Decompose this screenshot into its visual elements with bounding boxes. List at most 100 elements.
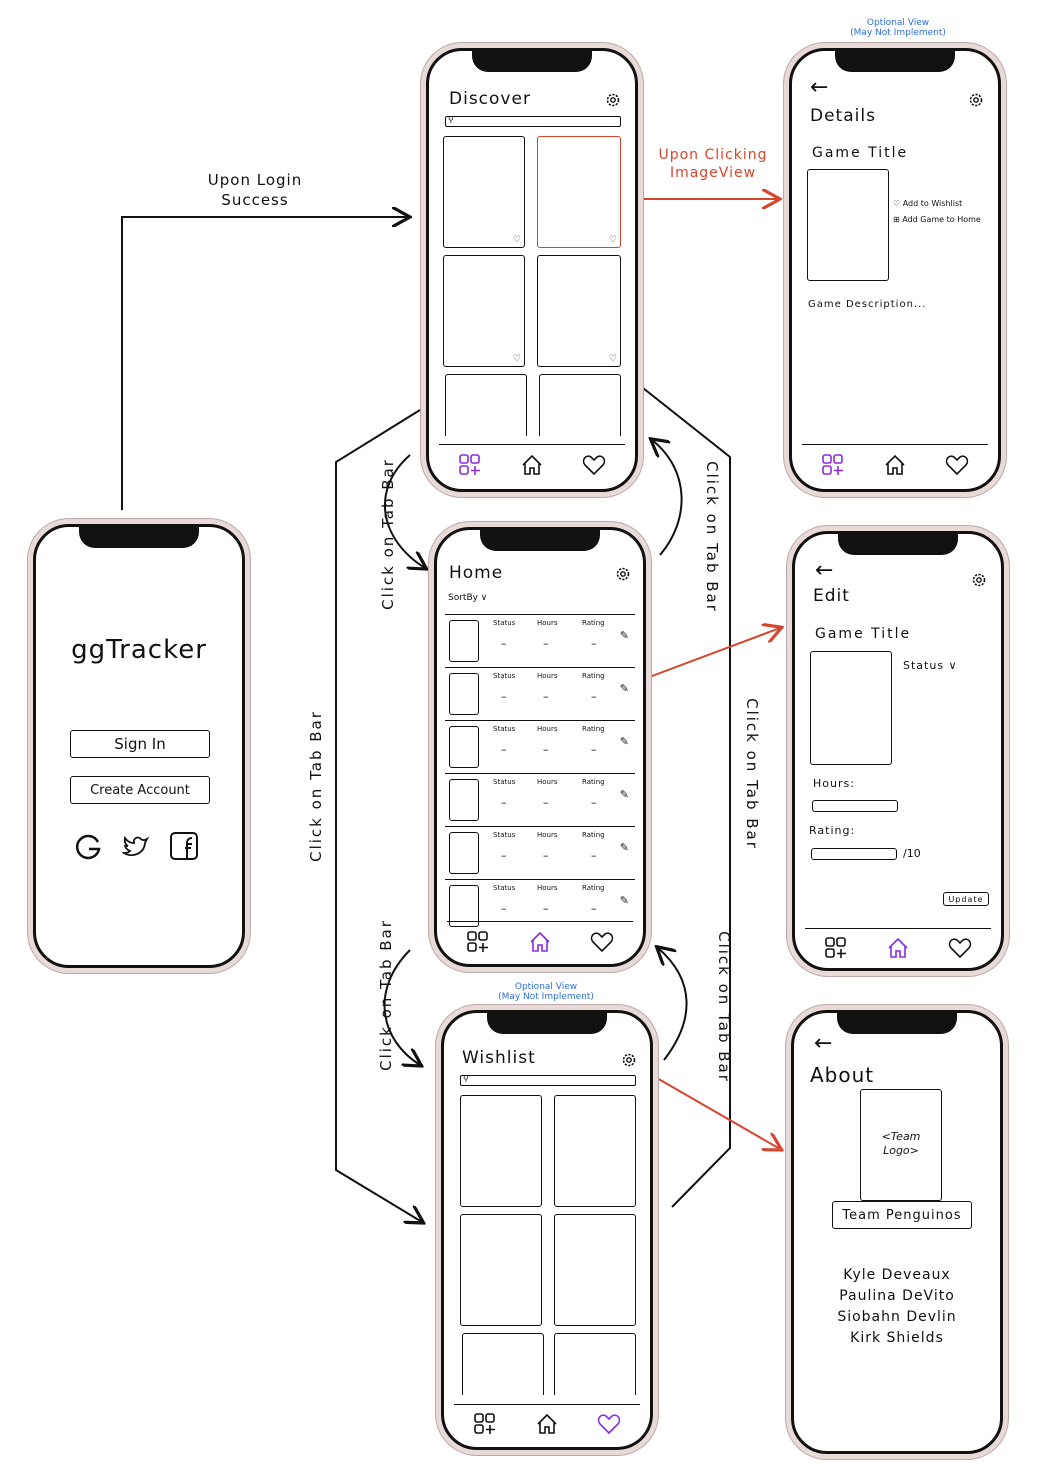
back-arrow-icon[interactable]: ← bbox=[810, 75, 828, 100]
table-row[interactable]: Status Hours Rating – – – ✎ bbox=[445, 614, 635, 667]
edit-pencil-icon[interactable]: ✎ bbox=[620, 894, 629, 907]
home-icon bbox=[530, 931, 550, 952]
gear-icon[interactable] bbox=[971, 572, 987, 588]
tab-wishlist[interactable] bbox=[588, 928, 616, 956]
tab-divider bbox=[802, 444, 988, 445]
heart-icon[interactable]: ♡ bbox=[609, 236, 617, 245]
edit-pencil-icon[interactable]: ✎ bbox=[620, 735, 629, 748]
tab-home[interactable] bbox=[881, 451, 909, 479]
game-title: Game Title bbox=[815, 626, 912, 642]
edit-pencil-icon[interactable]: ✎ bbox=[620, 788, 629, 801]
click-image-label: Upon Clicking ImageView bbox=[658, 147, 768, 181]
edit-pencil-icon[interactable]: ✎ bbox=[620, 841, 629, 854]
add-to-wishlist-button[interactable]: ♡ Add to Wishlist bbox=[893, 199, 962, 208]
tab-home[interactable] bbox=[533, 1410, 561, 1438]
gear-icon[interactable] bbox=[605, 92, 621, 108]
game-description: Game Description... bbox=[808, 299, 927, 310]
hours-header: Hours bbox=[537, 831, 558, 839]
gear-icon[interactable] bbox=[621, 1052, 637, 1068]
phone-notch bbox=[79, 524, 199, 548]
hours-input[interactable] bbox=[812, 800, 898, 812]
team-name: Team Penguinos bbox=[832, 1201, 972, 1229]
tab-discover[interactable] bbox=[822, 934, 850, 962]
phone-notch bbox=[472, 48, 592, 72]
home-icon bbox=[888, 937, 908, 958]
status-value: – bbox=[501, 796, 507, 809]
twitter-icon[interactable] bbox=[122, 834, 150, 860]
gear-icon[interactable] bbox=[615, 566, 631, 582]
team-members: Kyle Deveaux Paulina DeVito Siobahn Devl… bbox=[794, 1265, 1000, 1349]
tab-divider bbox=[805, 928, 991, 929]
tab-home[interactable] bbox=[526, 928, 554, 956]
game-thumbnail bbox=[449, 779, 479, 821]
tab-wishlist[interactable] bbox=[943, 451, 971, 479]
login-to-discover-arrow bbox=[121, 217, 408, 510]
rating-value: – bbox=[591, 690, 597, 703]
game-card[interactable] bbox=[460, 1214, 542, 1326]
add-to-home-button[interactable]: ⊞ Add Game to Home bbox=[893, 215, 993, 225]
search-icon: ⚲ bbox=[463, 1074, 469, 1083]
gear-icon[interactable] bbox=[968, 92, 984, 108]
tab-discover[interactable] bbox=[819, 451, 847, 479]
search-icon: ⚲ bbox=[448, 115, 454, 124]
edit-pencil-icon[interactable]: ✎ bbox=[620, 682, 629, 695]
update-button[interactable]: Update bbox=[943, 892, 989, 906]
heart-icon bbox=[582, 455, 606, 476]
table-row[interactable]: Status Hours Rating – – – ✎ bbox=[445, 720, 635, 773]
edit-to-edit-screen-arrow bbox=[635, 628, 780, 683]
status-header: Status bbox=[493, 778, 516, 786]
back-arrow-icon[interactable]: ← bbox=[815, 558, 833, 583]
game-card[interactable] bbox=[539, 374, 621, 436]
tab-discover[interactable] bbox=[471, 1410, 499, 1438]
tab-discover[interactable] bbox=[456, 451, 484, 479]
app-title: ggTracker bbox=[71, 635, 207, 665]
tab-home[interactable] bbox=[518, 451, 546, 479]
game-card[interactable] bbox=[445, 374, 527, 436]
status-dropdown[interactable]: Status ∨ bbox=[903, 659, 958, 672]
facebook-icon[interactable] bbox=[169, 831, 199, 861]
table-row[interactable]: Status Hours Rating – – – ✎ bbox=[445, 773, 635, 826]
game-card[interactable]: ♡ bbox=[537, 255, 621, 367]
gear-to-about-arrow bbox=[635, 1065, 780, 1149]
game-card[interactable] bbox=[554, 1333, 636, 1395]
heart-icon[interactable]: ♡ bbox=[513, 355, 521, 364]
back-arrow-icon[interactable]: ← bbox=[814, 1031, 832, 1056]
heart-icon[interactable]: ♡ bbox=[513, 236, 521, 245]
game-card[interactable]: ♡ bbox=[443, 136, 525, 248]
sign-in-button[interactable]: Sign In bbox=[70, 730, 210, 758]
sort-by-dropdown[interactable]: SortBy ∨ bbox=[448, 593, 487, 603]
page-title: Wishlist bbox=[462, 1048, 536, 1068]
game-thumbnail bbox=[449, 620, 479, 662]
add-to-home-label: Add Game to Home bbox=[902, 215, 981, 224]
login-success-label: Upon Login Success bbox=[207, 171, 303, 209]
rating-header: Rating bbox=[582, 884, 605, 892]
google-icon[interactable] bbox=[74, 832, 104, 862]
heart-icon[interactable]: ♡ bbox=[609, 355, 617, 364]
game-card[interactable] bbox=[462, 1333, 544, 1395]
search-input[interactable]: ⚲ bbox=[445, 115, 621, 127]
edit-pencil-icon[interactable]: ✎ bbox=[620, 629, 629, 642]
tab-home[interactable] bbox=[884, 934, 912, 962]
table-row[interactable]: Status Hours Rating – – – ✎ bbox=[445, 826, 635, 879]
home-screen: Home SortBy ∨ Status Hours Rating – – – ✎ Statu… bbox=[434, 527, 646, 967]
tab-wishlist[interactable] bbox=[946, 934, 974, 962]
table-row[interactable]: Status Hours Rating – – – ✎ bbox=[445, 667, 635, 720]
tab-discover[interactable] bbox=[464, 928, 492, 956]
game-thumbnail bbox=[449, 832, 479, 874]
home-icon bbox=[522, 454, 542, 475]
create-account-button[interactable]: Create Account bbox=[70, 776, 210, 804]
rating-input[interactable] bbox=[811, 848, 897, 860]
table-row[interactable]: Status Hours Rating – – – ✎ bbox=[445, 879, 635, 932]
game-card[interactable]: ♡ bbox=[443, 255, 525, 367]
game-card[interactable] bbox=[460, 1095, 542, 1207]
search-input[interactable]: ⚲ bbox=[460, 1074, 636, 1086]
game-card[interactable] bbox=[554, 1214, 636, 1326]
details-optional-line2: (May Not Implement) bbox=[850, 28, 946, 38]
wishlist-optional-line1: Optional View bbox=[514, 982, 578, 992]
tab-wishlist[interactable] bbox=[595, 1410, 623, 1438]
game-card-selected[interactable]: ♡ bbox=[537, 136, 621, 248]
tab-wishlist[interactable] bbox=[580, 451, 608, 479]
rating-header: Rating bbox=[582, 831, 605, 839]
game-thumbnail bbox=[449, 673, 479, 715]
game-card[interactable] bbox=[554, 1095, 636, 1207]
